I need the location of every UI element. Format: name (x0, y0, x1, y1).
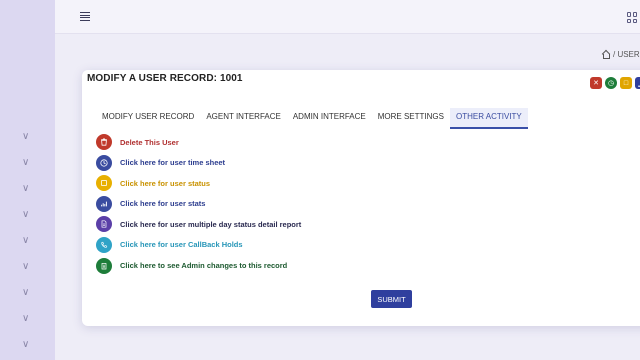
clock-icon[interactable]: ◷ (605, 77, 617, 89)
square-icon (96, 175, 112, 192)
admin-changes-link[interactable]: Click here to see Admin changes to this … (96, 257, 301, 274)
chevron-down-icon[interactable]: ∨ (22, 314, 32, 324)
chevron-down-icon[interactable]: ∨ (22, 132, 32, 142)
delete-user-link[interactable]: Delete This User (96, 134, 301, 150)
modify-user-card: MODIFY A USER RECORD: 1001 ✕ ◷ □ ▁ MODIF… (82, 70, 640, 326)
tab-admin-interface[interactable]: ADMIN INTERFACE (287, 108, 372, 129)
tab-more-settings[interactable]: MORE SETTINGS (372, 108, 450, 129)
tab-other-activity[interactable]: OTHER ACTIVITY (449, 108, 528, 129)
action-label: Click here for user multiple day status … (120, 219, 302, 229)
hamburger-icon[interactable] (80, 12, 90, 21)
page-title: MODIFY A USER RECORD: 1001 (87, 73, 243, 84)
top-bar (55, 0, 640, 34)
action-label: Click here for user CallBack Holds (120, 240, 243, 250)
clipboard-icon (96, 257, 112, 274)
tab-agent-interface[interactable]: AGENT INTERFACE (200, 108, 287, 129)
bar-chart-icon (96, 195, 112, 212)
action-label: Click here to see Admin changes to this … (120, 261, 288, 271)
chevron-down-icon[interactable]: ∨ (22, 158, 32, 168)
clock-icon (96, 154, 112, 171)
grid-icon[interactable] (627, 12, 638, 23)
breadcrumb: / USER (602, 50, 640, 59)
sidebar: ∨ ∨ ∨ ∨ ∨ ∨ ∨ ∨ ∨ (0, 0, 55, 360)
submit-button[interactable]: SUBMIT (371, 290, 412, 308)
chevron-down-icon[interactable]: ∨ (22, 210, 32, 220)
action-label: Click here for user status (120, 178, 211, 188)
quick-actions: ✕ ◷ □ ▁ (590, 77, 640, 89)
square-icon[interactable]: □ (620, 77, 632, 89)
chevron-down-icon[interactable]: ∨ (22, 184, 32, 194)
breadcrumb-text[interactable]: / USER (613, 50, 640, 59)
activity-list: Delete This User Click here for user tim… (96, 134, 301, 278)
time-sheet-link[interactable]: Click here for user time sheet (96, 154, 301, 171)
tab-modify-user-record[interactable]: MODIFY USER RECORD (96, 108, 200, 129)
chevron-down-icon[interactable]: ∨ (22, 340, 32, 350)
document-icon (96, 216, 112, 233)
chart-icon[interactable]: ▁ (635, 77, 640, 89)
user-stats-link[interactable]: Click here for user stats (96, 195, 301, 212)
trash-icon[interactable]: ✕ (590, 77, 602, 89)
tab-bar: MODIFY USER RECORD AGENT INTERFACE ADMIN… (96, 108, 528, 129)
user-status-link[interactable]: Click here for user status (96, 175, 301, 192)
trash-icon (96, 134, 112, 150)
chevron-down-icon[interactable]: ∨ (22, 262, 32, 272)
callback-holds-link[interactable]: Click here for user CallBack Holds (96, 236, 301, 253)
action-label: Click here for user stats (120, 199, 206, 209)
status-detail-report-link[interactable]: Click here for user multiple day status … (96, 216, 302, 233)
phone-icon (96, 236, 112, 253)
chevron-down-icon[interactable]: ∨ (22, 288, 32, 298)
action-label: Delete This User (120, 137, 179, 147)
home-icon[interactable] (602, 51, 610, 59)
action-label: Click here for user time sheet (120, 158, 226, 168)
chevron-down-icon[interactable]: ∨ (22, 236, 32, 246)
